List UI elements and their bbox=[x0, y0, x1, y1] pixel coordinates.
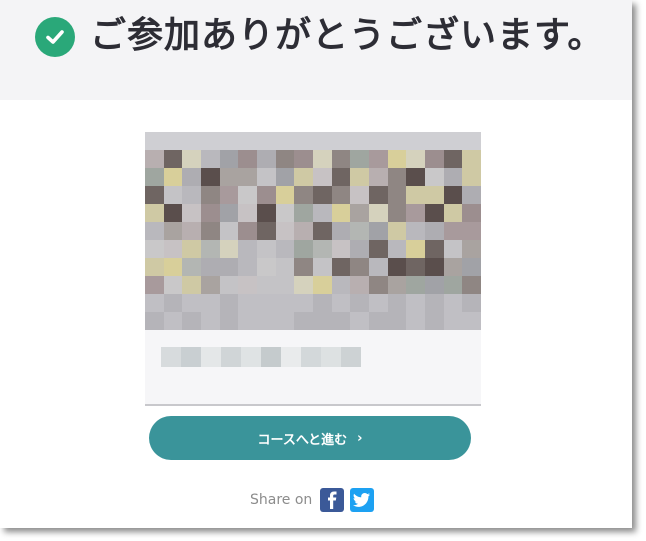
facebook-icon[interactable] bbox=[320, 488, 345, 512]
share-label: Share on bbox=[250, 492, 313, 508]
go-to-course-label: コースへと進む bbox=[257, 432, 348, 448]
share-bar: Share on bbox=[250, 487, 375, 513]
chevron-right-icon: › bbox=[357, 430, 363, 446]
course-card[interactable] bbox=[145, 132, 481, 406]
course-title-blurred bbox=[161, 347, 361, 367]
check-circle-icon bbox=[35, 17, 75, 57]
confirmation-banner: ご参加ありがとうございます。 bbox=[0, 0, 632, 100]
course-thumbnail bbox=[145, 132, 481, 330]
page-title: ご参加ありがとうございます。 bbox=[90, 15, 605, 56]
twitter-icon[interactable] bbox=[350, 488, 375, 512]
go-to-course-button[interactable]: コースへと進む › bbox=[149, 416, 471, 460]
page-frame: ご参加ありがとうございます。 コースへと進む › Share on bbox=[0, 0, 632, 528]
